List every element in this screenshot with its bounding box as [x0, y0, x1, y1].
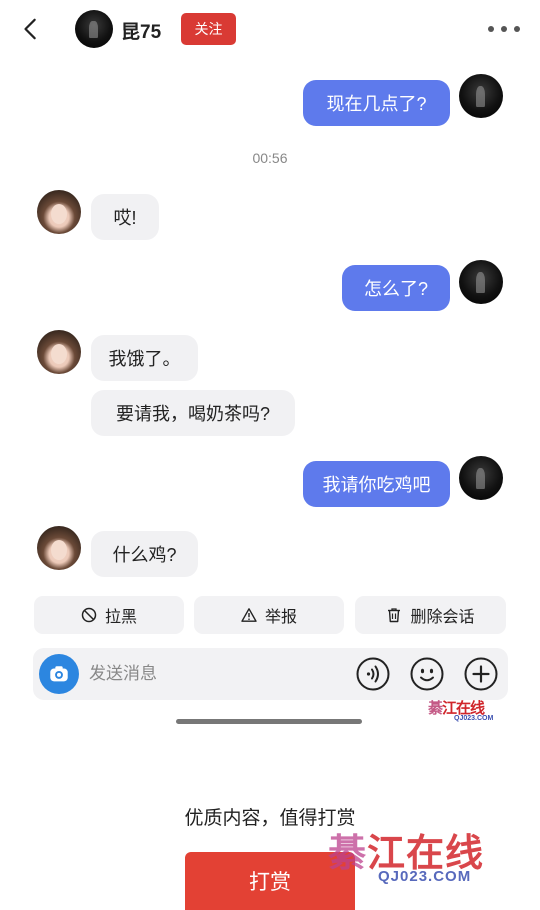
camera-icon	[50, 666, 68, 682]
message-bubble-sent[interactable]: 怎么了?	[342, 265, 450, 311]
plus-icon	[464, 657, 498, 691]
prohibit-icon	[81, 607, 97, 623]
follow-button[interactable]: 关注	[181, 13, 236, 45]
watermark-prefix: 綦	[328, 833, 368, 875]
message-bubble-sent[interactable]: 我请你吃鸡吧	[303, 461, 450, 507]
emoji-button[interactable]	[410, 657, 444, 691]
contact-message-avatar[interactable]	[37, 330, 81, 374]
back-button[interactable]	[14, 12, 48, 46]
my-avatar[interactable]	[459, 456, 503, 500]
contact-message-avatar[interactable]	[37, 526, 81, 570]
watermark-url: QJ023.COM	[378, 868, 472, 885]
watermark-small: 綦江在线 QJ023.COM	[428, 697, 512, 727]
add-button[interactable]	[464, 657, 498, 691]
message-bubble-received[interactable]: 我饿了。	[91, 335, 198, 381]
contact-name[interactable]: 昆75	[121, 17, 161, 44]
contact-message-avatar[interactable]	[37, 190, 81, 234]
contact-avatar[interactable]	[75, 10, 113, 48]
delete-conversation-button[interactable]: 删除会话	[355, 596, 506, 634]
warning-triangle-icon	[241, 608, 257, 622]
report-button[interactable]: 举报	[194, 596, 344, 634]
message-input[interactable]	[89, 662, 289, 686]
message-bubble-sent[interactable]: 现在几点了?	[303, 80, 450, 126]
voice-button[interactable]	[356, 657, 390, 691]
chat-header: 昆75 关注	[0, 0, 540, 60]
watermark-url: QJ023.COM	[454, 715, 494, 722]
block-button[interactable]: 拉黑	[34, 596, 184, 634]
voice-icon	[356, 657, 390, 691]
message-bubble-received[interactable]: 什么鸡?	[91, 531, 198, 577]
delete-label: 删除会话	[410, 609, 475, 626]
trash-icon	[388, 608, 401, 623]
message-bubble-received[interactable]: 哎!	[91, 194, 159, 240]
chevron-left-icon	[24, 18, 36, 40]
block-label: 拉黑	[104, 609, 137, 626]
watermark-large: 綦江在线 QJ023.COM	[316, 822, 536, 892]
more-dots-icon[interactable]	[488, 17, 520, 41]
message-input-bar	[33, 648, 508, 700]
camera-button[interactable]	[39, 654, 79, 694]
report-label: 举报	[264, 609, 297, 626]
message-timestamp: 00:56	[252, 150, 288, 166]
emoji-icon	[410, 657, 444, 691]
home-indicator[interactable]	[176, 719, 362, 724]
my-avatar[interactable]	[459, 74, 503, 118]
message-bubble-received[interactable]: 要请我，喝奶茶吗?	[91, 390, 295, 436]
my-avatar[interactable]	[459, 260, 503, 304]
watermark-prefix: 綦	[428, 700, 443, 717]
